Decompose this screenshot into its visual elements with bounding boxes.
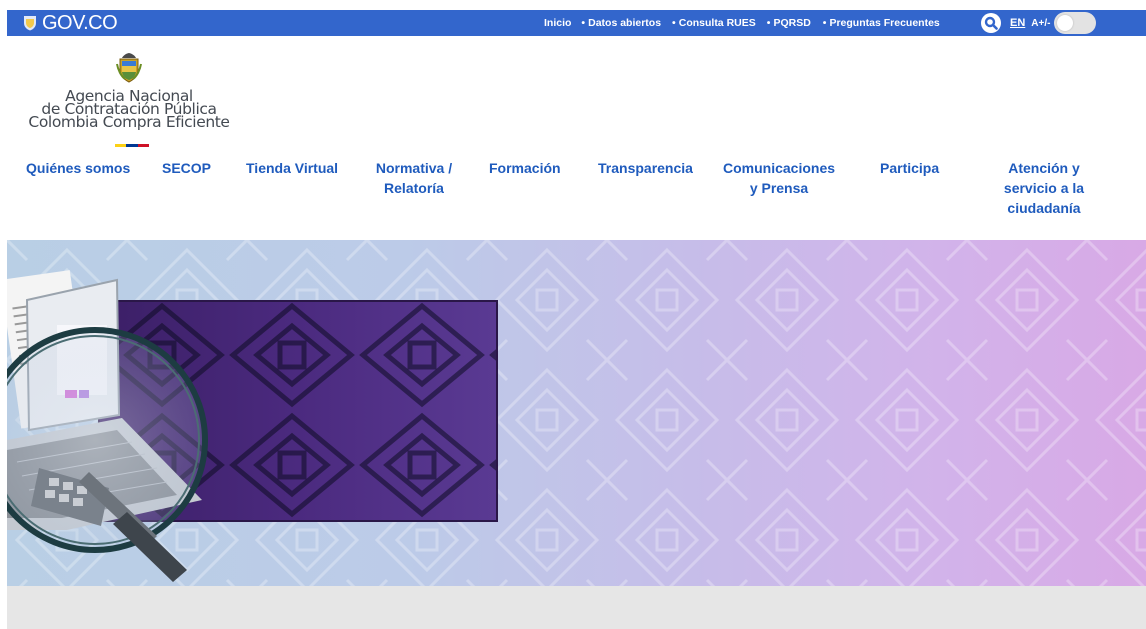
bullet: • — [581, 17, 586, 29]
nav-item-label: Atención y — [1008, 160, 1080, 176]
flag-stripe-blue — [126, 144, 138, 147]
top-link-label: Inicio — [544, 17, 572, 29]
top-link-consulta-rues[interactable]: • Consulta RUES — [672, 17, 756, 29]
nav-item-label: Tienda Virtual — [246, 160, 339, 176]
nav-item-quienes-somos[interactable]: Quiénes somos — [26, 158, 130, 178]
colombia-shield-icon — [24, 16, 36, 31]
toggle-knob — [1057, 15, 1074, 31]
nav-item-transparencia[interactable]: Transparencia — [598, 158, 693, 178]
top-links: Inicio • Datos abiertos • Consulta RUES • P… — [544, 10, 940, 36]
font-size-control[interactable]: A+/- — [1031, 18, 1050, 29]
nav-item-label: Normativa / — [375, 160, 453, 176]
accessibility-tools: EN A+/- — [981, 10, 1097, 36]
nav-item-secop[interactable]: SECOP — [162, 158, 211, 178]
nav-item-label: servicio a la — [1003, 180, 1085, 196]
govco-logo[interactable]: GOV.CO — [23, 10, 118, 36]
nav-item-label: y Prensa — [749, 180, 809, 196]
contrast-toggle[interactable] — [1054, 12, 1097, 34]
coat-of-arms-icon — [116, 53, 142, 83]
top-link-label: PQRSD — [773, 17, 811, 29]
bullet: • — [822, 17, 827, 29]
search-button[interactable] — [981, 13, 1001, 33]
nav-item-label: Comunicaciones — [722, 160, 836, 176]
nav-item-label: ciudadanía — [1007, 200, 1081, 216]
top-link-label: Consulta RUES — [678, 17, 756, 29]
nav-item-formacion[interactable]: Formación — [489, 158, 561, 178]
bullet: • — [672, 17, 676, 29]
nav-item-label: Quiénes somos — [26, 160, 131, 176]
nav-item-label: Participa — [880, 160, 940, 176]
flag-stripe-red — [137, 144, 149, 147]
entity-name: Agencia Nacional de Contratación Pública… — [24, 88, 234, 131]
top-link-label: Preguntas Frecuentes — [829, 17, 940, 29]
main-navigation: Quiénes somos SECOP Tienda Virtual Norma… — [0, 158, 1146, 228]
top-link-inicio[interactable]: Inicio — [544, 17, 571, 29]
hero-banner — [7, 240, 1146, 586]
content-strip — [7, 586, 1146, 629]
search-icon — [984, 16, 998, 30]
nav-item-participa[interactable]: Participa — [880, 158, 939, 178]
nav-item-tienda-virtual[interactable]: Tienda Virtual — [246, 158, 338, 178]
hero-illustration — [7, 240, 1146, 586]
nav-item-normativa[interactable]: Normativa / Relatoría — [372, 158, 456, 198]
top-link-preguntas-frecuentes[interactable]: • Preguntas Frecuentes — [823, 17, 940, 29]
top-link-pqrsd[interactable]: • PQRSD — [767, 17, 811, 29]
nav-item-label: Formación — [489, 160, 561, 176]
language-link[interactable]: EN — [1010, 17, 1025, 29]
govco-top-bar: GOV.CO Inicio • Datos abiertos • Consulta … — [7, 10, 1146, 36]
entity-name-line: Colombia Compra Eficiente — [28, 113, 230, 131]
flag-stripe-yellow — [115, 144, 127, 147]
govco-logo-text: GOV.CO — [42, 12, 118, 34]
nav-item-label: SECOP — [162, 160, 212, 176]
top-link-datos-abiertos[interactable]: • Datos abiertos — [581, 17, 661, 29]
top-link-label: Datos abiertos — [588, 17, 662, 29]
nav-item-comunicaciones[interactable]: Comunicaciones y Prensa — [720, 158, 838, 198]
bullet: • — [766, 17, 771, 29]
nav-item-label: Transparencia — [598, 160, 693, 176]
colombia-flag-line — [115, 144, 149, 147]
nav-item-atencion-ciudadania[interactable]: Atención y servicio a la ciudadanía — [996, 158, 1092, 218]
nav-item-label: Relatoría — [384, 180, 444, 196]
